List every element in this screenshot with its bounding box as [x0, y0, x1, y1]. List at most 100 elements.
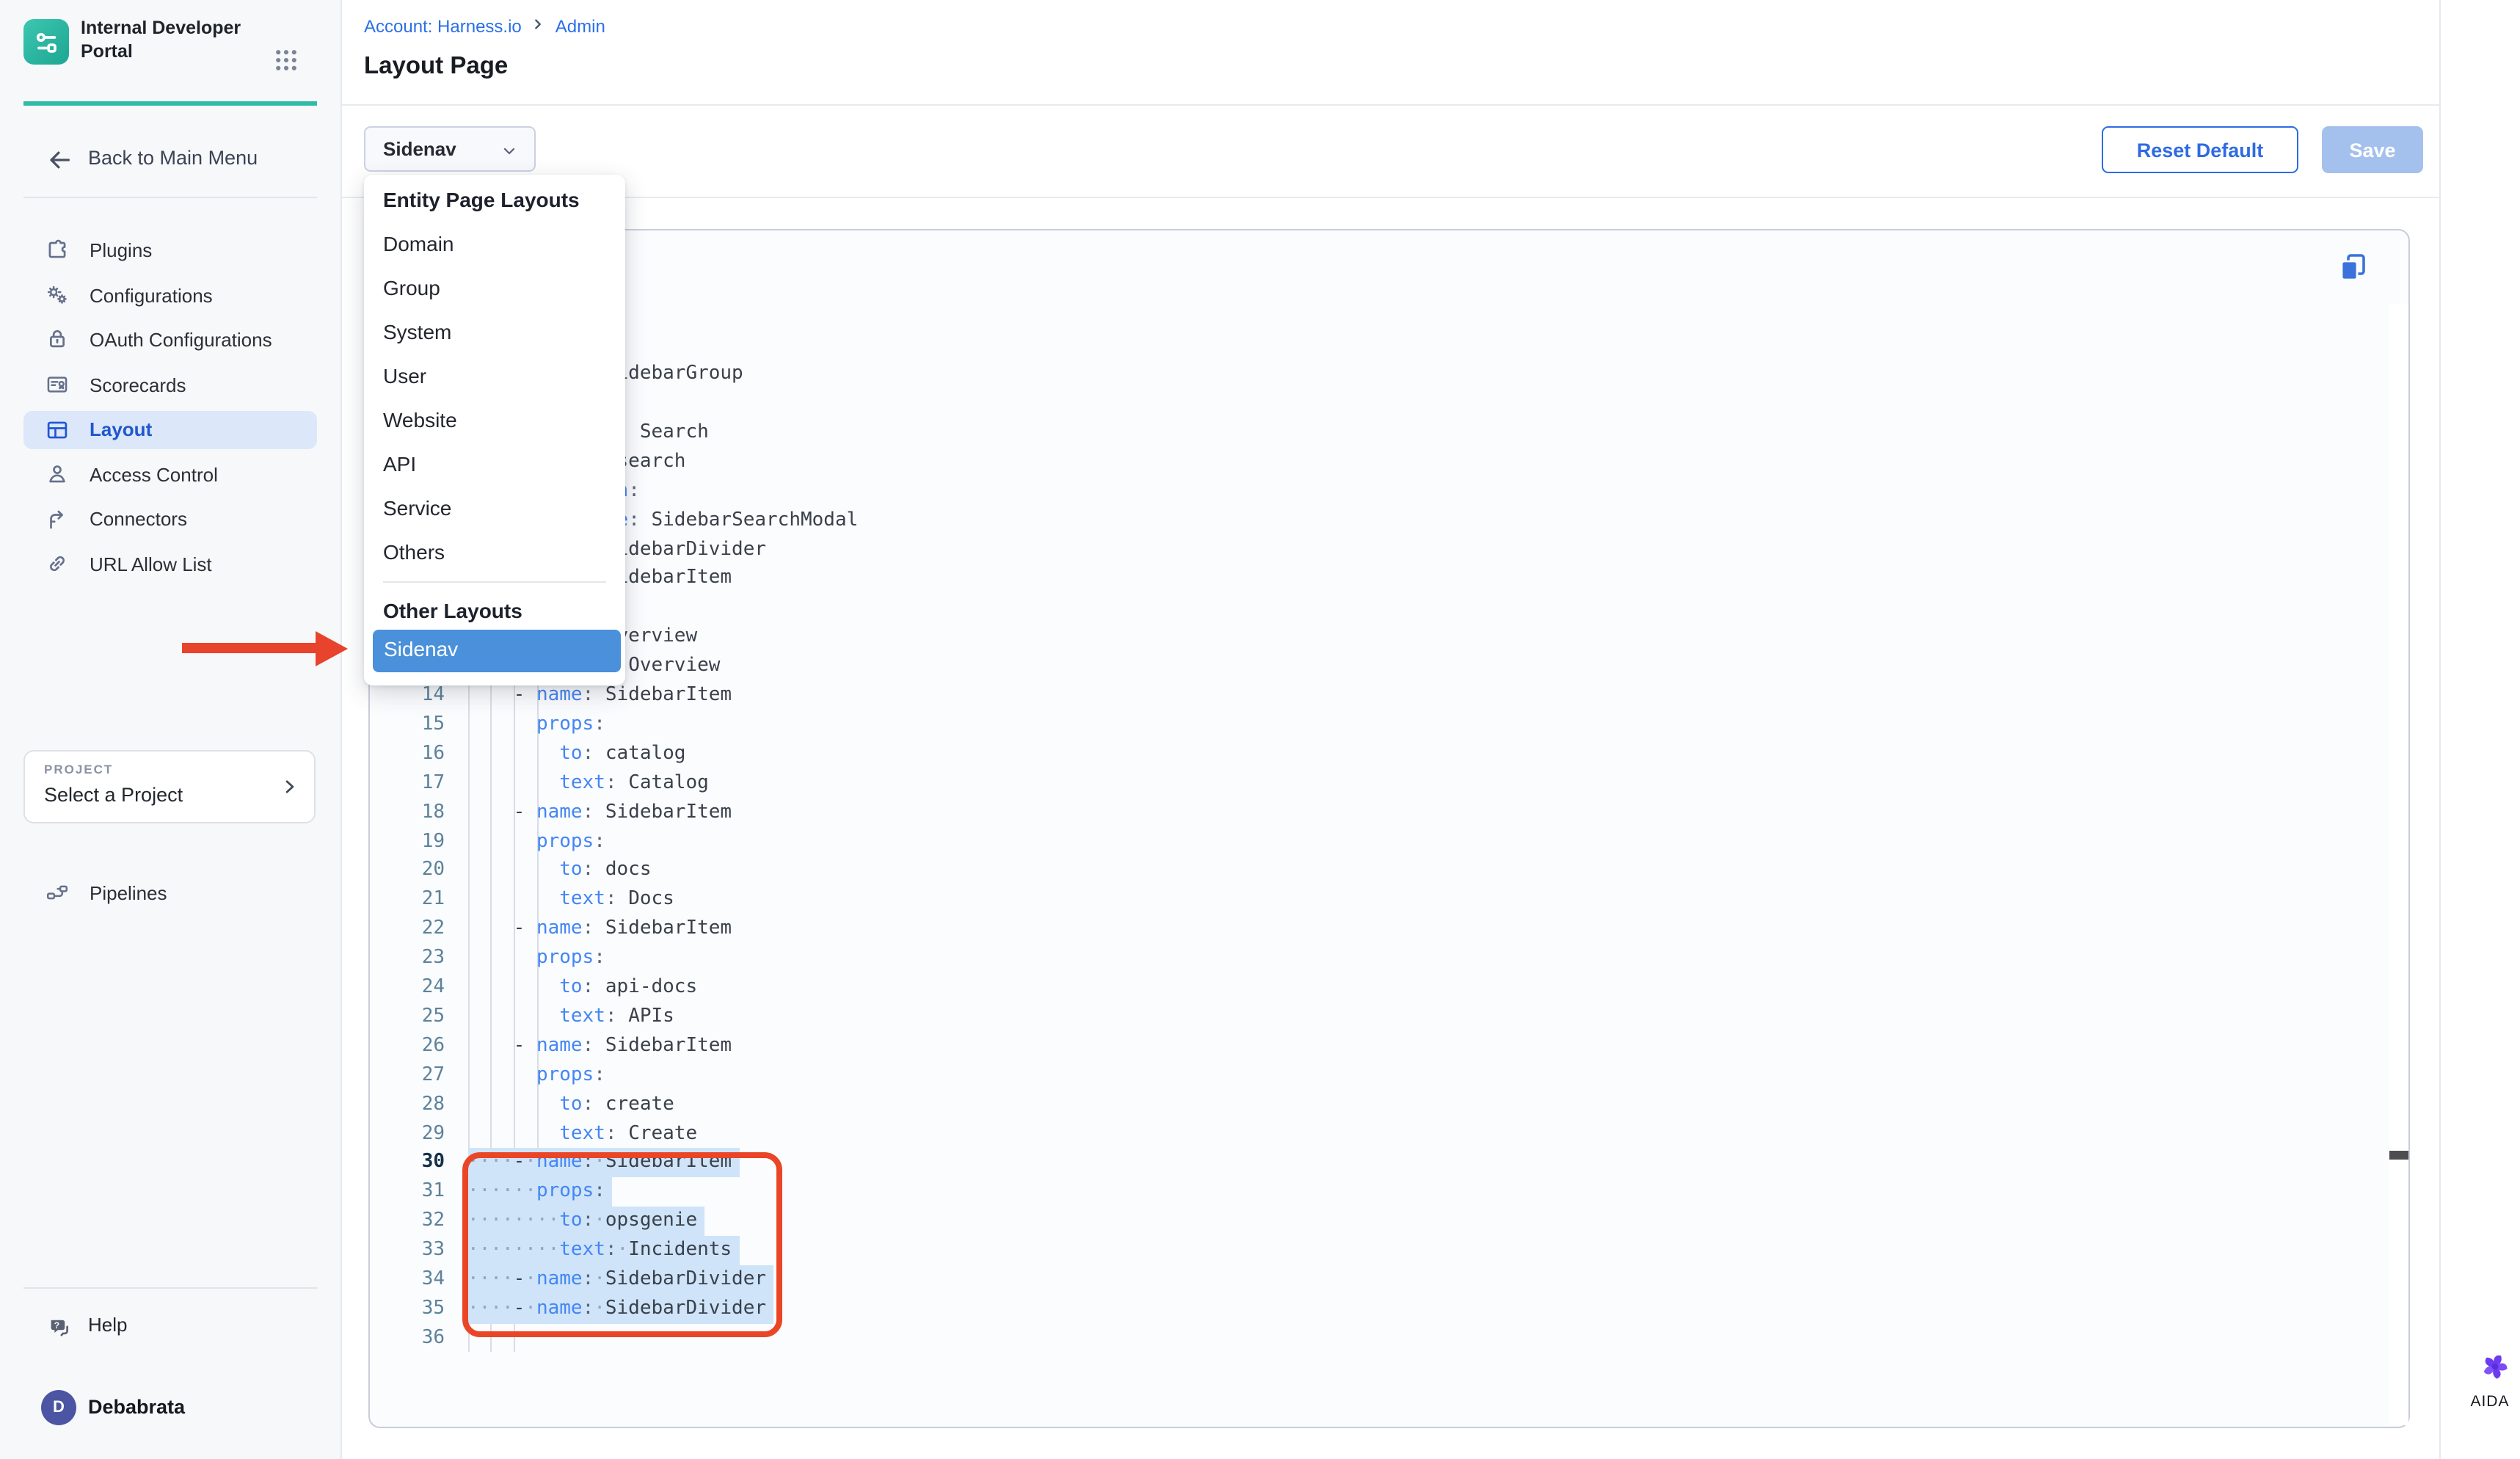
- line-number: 16: [368, 740, 445, 769]
- sidebar-item-oauth-configurations[interactable]: OAuth Configurations: [23, 320, 317, 358]
- annotation-highlight-box: [462, 1152, 782, 1337]
- line-content: props:: [467, 710, 605, 740]
- avatar: D: [41, 1390, 76, 1425]
- help-chat-icon: ?: [45, 1314, 73, 1349]
- app-title: Internal Developer Portal: [81, 16, 266, 63]
- sidebar-item-label: OAuth Configurations: [90, 328, 272, 350]
- back-to-main-menu[interactable]: Back to Main Menu: [0, 141, 342, 179]
- editor-scrollbar-thumb[interactable]: [2389, 1151, 2408, 1160]
- code-line-29[interactable]: 29 text: Create: [368, 1119, 2389, 1149]
- menu-header-entity-page-layouts: Entity Page Layouts: [383, 187, 580, 211]
- line-number: 28: [368, 1090, 445, 1119]
- sidebar-item-access-control[interactable]: Access Control: [23, 455, 317, 493]
- breadcrumb: Account: Harness.io Admin: [364, 15, 605, 38]
- code-line-15[interactable]: 15 props:: [368, 710, 2389, 740]
- line-number: 27: [368, 1061, 445, 1091]
- menu-item-sidenav-selected[interactable]: Sidenav: [372, 630, 620, 672]
- layout-icon: [44, 416, 70, 443]
- project-label: PROJECT: [44, 762, 113, 776]
- line-number: 30: [368, 1149, 445, 1178]
- code-line-25[interactable]: 25 text: APIs: [368, 1003, 2389, 1032]
- breadcrumb-account-link[interactable]: Account: Harness.io: [364, 16, 522, 37]
- sidebar-item-pipelines[interactable]: Pipelines: [23, 873, 317, 912]
- code-line-2[interactable]: 2 items:: [368, 331, 2389, 360]
- code-line-8[interactable]: 8 - name: SidebarSearchModal: [368, 506, 2389, 535]
- code-line-9[interactable]: 9 - name: SidebarDivider: [368, 535, 2389, 564]
- code-line-24[interactable]: 24 to: api-docs: [368, 973, 2389, 1003]
- scorecard-icon: [44, 371, 70, 398]
- menu-item-website[interactable]: Website: [364, 405, 625, 437]
- lock-icon: [44, 326, 70, 352]
- app-grid-icon[interactable]: [273, 47, 299, 73]
- menu-item-api[interactable]: API: [364, 449, 625, 481]
- code-line-21[interactable]: 21 text: Docs: [368, 886, 2389, 915]
- line-content: props:: [467, 944, 605, 973]
- code-line-6[interactable]: 6 to: /search: [368, 448, 2389, 477]
- code-line-3[interactable]: 3 - name: SidebarGroup: [368, 360, 2389, 389]
- sidebar-item-configurations[interactable]: Configurations: [23, 276, 317, 314]
- menu-item-system[interactable]: System: [364, 317, 625, 349]
- sidebar-item-label: URL Allow List: [90, 553, 212, 575]
- copy-icon[interactable]: [2337, 251, 2369, 283]
- aida-label: AIDA: [2460, 1393, 2520, 1411]
- code-line-4[interactable]: 4 props:: [368, 389, 2389, 418]
- save-button[interactable]: Save: [2322, 126, 2423, 173]
- code-line-7[interactable]: 7 children:: [368, 477, 2389, 506]
- code-line-11[interactable]: 11 props:: [368, 594, 2389, 623]
- line-number: 26: [368, 1032, 445, 1061]
- line-content: - name: SidebarItem: [467, 681, 732, 710]
- layout-type-select[interactable]: Sidenav: [364, 126, 536, 172]
- line-number: 14: [368, 681, 445, 710]
- code-line-12[interactable]: 12 to: overview: [368, 623, 2389, 652]
- sidebar-item-connectors[interactable]: Connectors: [23, 500, 317, 538]
- code-line-13[interactable]: 13 text: Overview: [368, 652, 2389, 681]
- sidebar-item-label: Scorecards: [90, 374, 186, 396]
- menu-item-group[interactable]: Group: [364, 273, 625, 305]
- sidebar-item-layout[interactable]: Layout: [23, 410, 317, 448]
- sidebar-item-url-allow-list[interactable]: URL Allow List: [23, 545, 317, 583]
- layout-page-screen: Internal Developer Portal Back to Main M…: [0, 0, 2520, 1459]
- menu-item-service[interactable]: Service: [364, 493, 625, 525]
- chevron-right-icon: [280, 776, 299, 804]
- line-number: 21: [368, 886, 445, 915]
- line-content: text: Docs: [467, 886, 674, 915]
- sidebar-item-plugins[interactable]: Plugins: [23, 230, 317, 269]
- breadcrumb-admin-link[interactable]: Admin: [556, 16, 605, 37]
- code-line-18[interactable]: 18 - name: SidebarItem: [368, 798, 2389, 827]
- line-content: - name: SidebarItem: [467, 798, 732, 827]
- branch-arrow-icon: [44, 506, 70, 532]
- sidebar-item-scorecards[interactable]: Scorecards: [23, 365, 317, 404]
- aida-flower-icon: [2476, 1347, 2514, 1386]
- menu-item-others[interactable]: Others: [364, 537, 625, 570]
- code-line-10[interactable]: 10 - name: SidebarItem: [368, 564, 2389, 594]
- menu-item-user[interactable]: User: [364, 361, 625, 393]
- project-selector[interactable]: PROJECT Select a Project: [23, 750, 316, 823]
- line-content: to: catalog: [467, 740, 685, 769]
- line-content: text: APIs: [467, 1003, 674, 1032]
- sidebar-item-label: Connectors: [90, 508, 187, 530]
- code-line-17[interactable]: 17 text: Catalog: [368, 769, 2389, 798]
- chevron-down-icon: [500, 141, 518, 167]
- help-button[interactable]: ? Help: [0, 1309, 342, 1347]
- code-line-23[interactable]: 23 props:: [368, 944, 2389, 973]
- line-content: to: api-docs: [467, 973, 697, 1003]
- code-line-16[interactable]: 16 to: catalog: [368, 740, 2389, 769]
- save-label: Save: [2349, 139, 2395, 161]
- menu-item-domain[interactable]: Domain: [364, 229, 625, 261]
- code-line-20[interactable]: 20 to: docs: [368, 856, 2389, 886]
- line-number: 32: [368, 1207, 445, 1237]
- user-menu[interactable]: D Debabrata: [0, 1386, 342, 1430]
- reset-default-button[interactable]: Reset Default: [2102, 126, 2298, 173]
- code-line-14[interactable]: 14 - name: SidebarItem: [368, 681, 2389, 710]
- code-line-1[interactable]: 1page:: [368, 302, 2389, 331]
- aida-button[interactable]: AIDA: [2460, 1347, 2520, 1413]
- line-number: 34: [368, 1265, 445, 1295]
- code-line-26[interactable]: 26 - name: SidebarItem: [368, 1032, 2389, 1061]
- pipelines-icon: [44, 879, 70, 906]
- code-line-19[interactable]: 19 props:: [368, 827, 2389, 856]
- code-line-27[interactable]: 27 props:: [368, 1061, 2389, 1091]
- code-line-28[interactable]: 28 to: create: [368, 1090, 2389, 1119]
- code-line-5[interactable]: 5 label: Search: [368, 418, 2389, 448]
- back-arrow-icon: [44, 147, 72, 181]
- code-line-22[interactable]: 22 - name: SidebarItem: [368, 915, 2389, 945]
